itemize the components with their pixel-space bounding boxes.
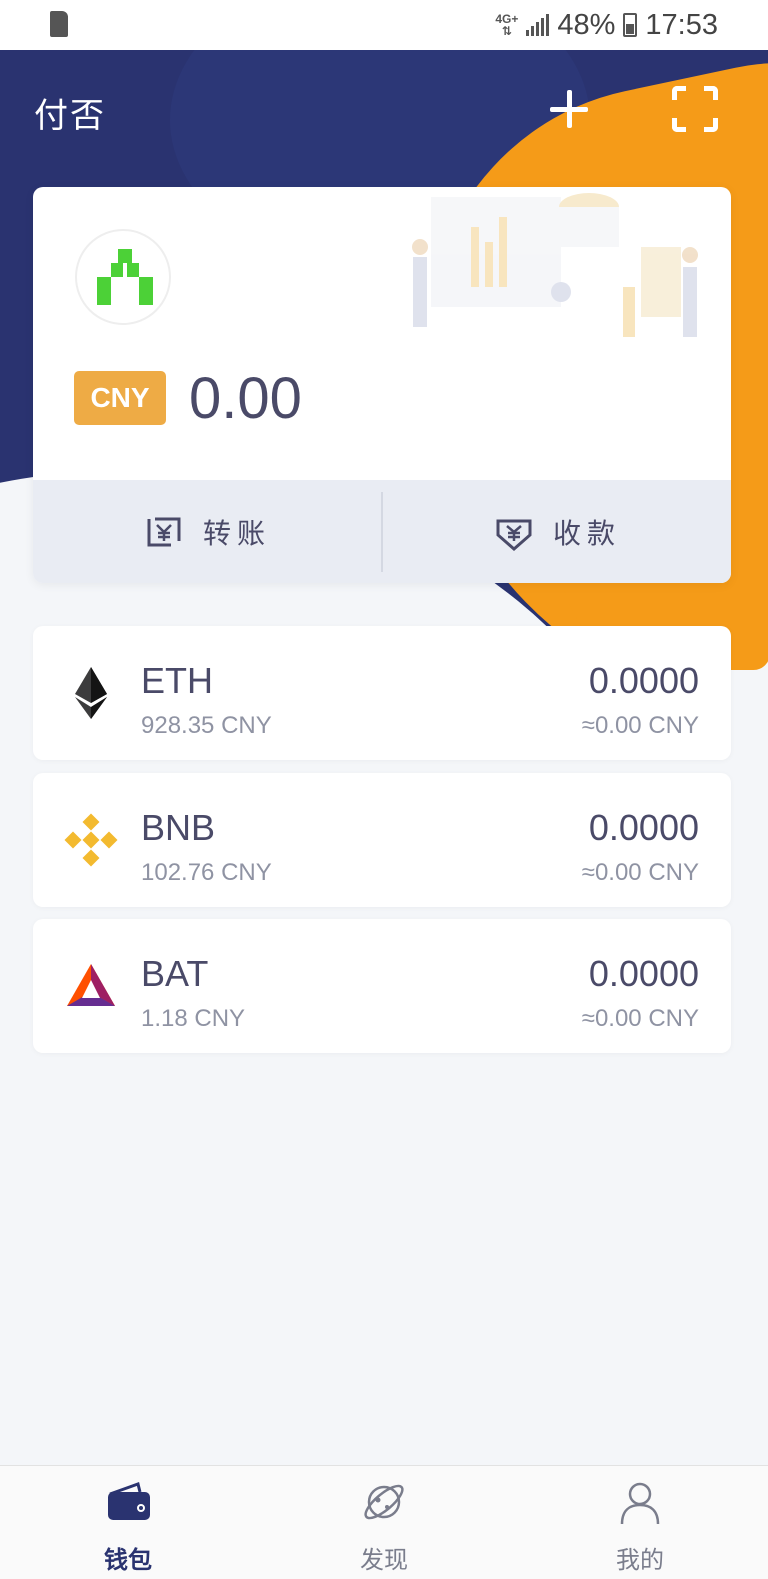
finance-illustration bbox=[412, 193, 698, 337]
transfer-button[interactable]: 转账 bbox=[33, 480, 381, 583]
bottom-nav: 钱包 发现 我的 bbox=[0, 1465, 768, 1579]
planet-icon bbox=[364, 1484, 404, 1520]
scan-button[interactable] bbox=[672, 86, 718, 132]
token-amount: 0.0000 bbox=[588, 660, 699, 701]
token-price: 102.76 CNY bbox=[141, 859, 272, 886]
eth-icon bbox=[75, 667, 107, 719]
total-balance: 0.00 bbox=[189, 366, 302, 431]
wallet-name: 付否 bbox=[34, 97, 106, 135]
wallet-actions: 转账 收款 bbox=[33, 480, 731, 583]
nav-wallet[interactable]: 钱包 bbox=[0, 1466, 256, 1579]
nav-wallet-label: 钱包 bbox=[104, 1547, 152, 1574]
receive-label: 收款 bbox=[552, 517, 621, 549]
token-amount: 0.0000 bbox=[588, 807, 699, 848]
nav-discover-label: 发现 bbox=[360, 1547, 408, 1574]
token-symbol: ETH bbox=[141, 660, 213, 701]
battery-icon bbox=[623, 13, 638, 37]
wallet-icon bbox=[108, 1482, 150, 1520]
wallet-card: CNY 0.00 转账 收款 bbox=[33, 187, 731, 583]
network-indicator: 4G+ ⇅ bbox=[495, 12, 519, 38]
token-value: ≈0.00 CNY bbox=[581, 712, 699, 739]
wallet-avatar[interactable] bbox=[75, 229, 171, 325]
currency-badge[interactable]: CNY bbox=[74, 371, 166, 425]
user-icon bbox=[620, 1482, 660, 1525]
transfer-icon bbox=[147, 517, 181, 546]
transfer-label: 转账 bbox=[202, 517, 271, 549]
receive-icon bbox=[496, 519, 532, 551]
token-value: ≈0.00 CNY bbox=[581, 1005, 699, 1032]
bat-icon bbox=[67, 964, 115, 1006]
token-amount: 0.0000 bbox=[588, 953, 699, 994]
token-price: 928.35 CNY bbox=[141, 712, 272, 739]
status-bar: 4G+ ⇅ 48% 17:53 bbox=[0, 0, 768, 50]
wallet-logo-icon bbox=[97, 249, 153, 305]
bnb-icon bbox=[64, 813, 118, 867]
token-symbol: BNB bbox=[141, 807, 216, 848]
token-value: ≈0.00 CNY bbox=[581, 859, 699, 886]
nav-profile-label: 我的 bbox=[616, 1547, 664, 1574]
receive-button[interactable]: 收款 bbox=[383, 480, 731, 583]
nav-profile[interactable]: 我的 bbox=[512, 1466, 768, 1579]
signal-icon bbox=[526, 14, 550, 36]
add-button[interactable] bbox=[546, 86, 592, 132]
token-row-bnb[interactable]: BNB 102.76 CNY 0.0000 ≈0.00 CNY bbox=[33, 773, 731, 907]
token-row-eth[interactable]: ETH 928.35 CNY 0.0000 ≈0.00 CNY bbox=[33, 626, 731, 760]
sd-card-icon bbox=[50, 11, 68, 37]
token-symbol: BAT bbox=[141, 953, 209, 994]
clock: 17:53 bbox=[645, 8, 718, 41]
token-price: 1.18 CNY bbox=[141, 1005, 246, 1032]
token-row-bat[interactable]: BAT 1.18 CNY 0.0000 ≈0.00 CNY bbox=[33, 919, 731, 1053]
nav-discover[interactable]: 发现 bbox=[256, 1466, 512, 1579]
battery-percent: 48% bbox=[557, 8, 616, 41]
